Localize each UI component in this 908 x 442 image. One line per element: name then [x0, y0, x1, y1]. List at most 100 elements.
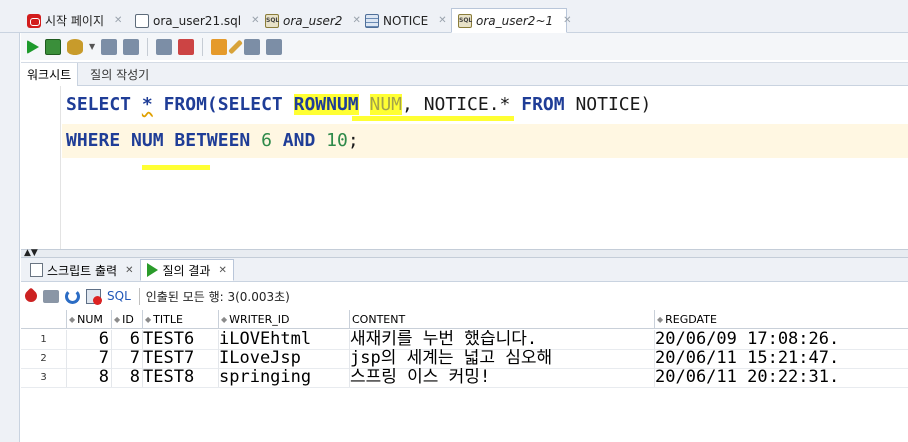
- cell-regdate[interactable]: 20/06/09 17:08:26.: [655, 330, 908, 349]
- close-icon[interactable]: ✕: [563, 15, 571, 26]
- refresh-icon[interactable]: [65, 288, 80, 304]
- tab-ora-user2[interactable]: SQL ora_user2 ✕: [258, 8, 361, 33]
- sort-icon[interactable]: ◆: [657, 315, 663, 324]
- sql-keyword: BETWEEN: [174, 130, 251, 151]
- sql-semicolon: ;: [347, 130, 359, 151]
- code-line-2: WHERE NUM BETWEEN 6 AND 10;: [66, 130, 359, 151]
- sql-editor[interactable]: SELECT * FROM(SELECT ROWNUM NUM, NOTICE.…: [21, 86, 908, 249]
- tab-label: ora_user2: [283, 13, 343, 28]
- cell-num[interactable]: 6: [67, 330, 112, 349]
- autotrace-icon[interactable]: [178, 38, 195, 55]
- toolbar-divider: [202, 37, 204, 56]
- cell-num[interactable]: 8: [67, 368, 112, 387]
- script-output-icon: [30, 263, 43, 277]
- table-row[interactable]: 1 6 6 TEST6 iLOVEhtml 새재키를 누번 했습니다. 20/0…: [21, 330, 908, 349]
- sql-wildcard: *: [141, 94, 153, 115]
- column-label: WRITER_ID: [229, 313, 290, 326]
- table-icon: [365, 13, 379, 28]
- explain-plan-icon[interactable]: [156, 38, 173, 55]
- close-icon[interactable]: ✕: [438, 15, 446, 26]
- editor-gutter: [21, 86, 61, 249]
- tab-label: NOTICE: [383, 13, 429, 28]
- chevron-down-icon[interactable]: ▼: [89, 42, 95, 51]
- format-case-icon[interactable]: [266, 38, 283, 55]
- sql-identifier: NOTICE): [575, 94, 652, 115]
- close-icon[interactable]: ✕: [114, 15, 122, 26]
- left-side-panel: [0, 0, 20, 442]
- sql-identifier-num: NUM: [131, 130, 164, 151]
- sql-keyword: AND: [282, 130, 316, 151]
- close-icon[interactable]: ✕: [125, 265, 133, 276]
- document-tab-strip: 시작 페이지 ✕ ora_user21.sql ✕ SQL ora_user2 …: [0, 0, 908, 33]
- collapse-arrows-icon[interactable]: ▲▼: [24, 249, 38, 258]
- sort-icon[interactable]: ◆: [114, 315, 120, 324]
- cell-id[interactable]: 8: [112, 368, 143, 387]
- tab-worksheet[interactable]: 워크시트: [21, 62, 79, 86]
- cell-title[interactable]: TEST6: [143, 330, 219, 349]
- sort-icon[interactable]: ◆: [145, 315, 151, 324]
- tab-notice[interactable]: NOTICE ✕: [358, 8, 450, 33]
- result-toolbar: SQL 인출된 모든 행: 3(0.003초): [21, 283, 908, 309]
- result-panel-tabs: 스크립트 출력 ✕ 질의 결과 ✕: [21, 258, 908, 282]
- cell-content[interactable]: jsp의 세계는 넓고 심오해: [350, 349, 655, 368]
- fetch-status: 인출된 모든 행: 3(0.003초): [138, 287, 290, 305]
- pin-icon[interactable]: [22, 287, 40, 305]
- column-header-title[interactable]: ◆ TITLE: [143, 310, 219, 329]
- tab-query-builder[interactable]: 질의 작성기: [78, 63, 155, 86]
- find-icon[interactable]: [123, 38, 140, 55]
- cell-writer-id[interactable]: ILoveJsp: [219, 349, 350, 368]
- cell-id[interactable]: 7: [112, 349, 143, 368]
- close-icon[interactable]: ✕: [218, 265, 226, 276]
- column-header-id[interactable]: ◆ ID: [112, 310, 143, 329]
- cell-regdate[interactable]: 20/06/11 15:21:47.: [655, 349, 908, 368]
- sql-identifier: NOTICE.*: [423, 94, 511, 115]
- cell-title[interactable]: TEST7: [143, 349, 219, 368]
- sql-number: 10: [326, 130, 348, 151]
- cell-writer-id[interactable]: iLOVEhtml: [219, 330, 350, 349]
- column-header-num[interactable]: ◆ NUM: [67, 310, 112, 329]
- sql-keyword: FROM(SELECT: [163, 94, 283, 115]
- rollback-icon[interactable]: [101, 38, 118, 55]
- toolbar-divider: [147, 37, 149, 56]
- clear-icon[interactable]: [228, 39, 244, 54]
- tab-ora-user2-1[interactable]: SQL ora_user2~1 ✕: [451, 8, 572, 33]
- run-statement-icon[interactable]: [27, 39, 39, 54]
- column-label: REGDATE: [665, 313, 717, 326]
- sql-tuning-icon[interactable]: [211, 38, 228, 55]
- table-row[interactable]: 2 7 7 TEST7 ILoveJsp jsp의 세계는 넓고 심오해 20/…: [21, 349, 908, 368]
- cell-id[interactable]: 6: [112, 330, 143, 349]
- sort-icon[interactable]: ◆: [221, 315, 227, 324]
- tab-label: 워크시트: [27, 67, 72, 82]
- history-icon[interactable]: [244, 38, 261, 55]
- column-label: ID: [122, 313, 134, 326]
- column-header-regdate[interactable]: ◆ REGDATE: [655, 310, 908, 329]
- sort-icon[interactable]: ◆: [69, 315, 75, 324]
- cell-num[interactable]: 7: [67, 349, 112, 368]
- print-icon[interactable]: [43, 289, 59, 303]
- tab-ora-user21-sql[interactable]: ora_user21.sql ✕: [128, 8, 259, 33]
- cell-writer-id[interactable]: springing: [219, 368, 350, 387]
- highlighter-mark: [142, 165, 210, 170]
- panel-splitter[interactable]: ▲▼: [21, 249, 908, 258]
- table-row[interactable]: 3 8 8 TEST8 springing 스프링 이스 커밍! 20/06/1…: [21, 368, 908, 387]
- tab-label: 시작 페이지: [45, 14, 105, 28]
- cell-content[interactable]: 스프링 이스 커밍!: [350, 368, 655, 387]
- sql-keyword: WHERE: [66, 130, 121, 151]
- tab-script-output[interactable]: 스크립트 출력 ✕: [23, 259, 140, 281]
- column-header-content[interactable]: CONTENT: [350, 310, 655, 329]
- sql-comma: ,: [402, 94, 413, 115]
- export-icon[interactable]: [86, 288, 102, 305]
- cell-regdate[interactable]: 20/06/11 20:22:31.: [655, 368, 908, 387]
- grid-header: ◆ NUM ◆ ID ◆ TITLE ◆ WRITER_ID CONTENT ◆ REGD…: [21, 310, 908, 329]
- commit-icon[interactable]: [67, 38, 83, 55]
- tab-query-result[interactable]: 질의 결과 ✕: [140, 259, 234, 281]
- highlighter-mark: [352, 116, 514, 121]
- tab-start-page[interactable]: 시작 페이지 ✕: [20, 8, 126, 33]
- column-header-writer-id[interactable]: ◆ WRITER_ID: [219, 310, 350, 329]
- cell-title[interactable]: TEST8: [143, 368, 219, 387]
- sql-link[interactable]: SQL: [107, 289, 131, 303]
- sql-worksheet-icon: SQL: [265, 13, 279, 28]
- run-script-icon[interactable]: [45, 38, 61, 55]
- tab-label: ora_user21.sql: [153, 13, 242, 28]
- cell-content[interactable]: 새재키를 누번 했습니다.: [350, 330, 655, 349]
